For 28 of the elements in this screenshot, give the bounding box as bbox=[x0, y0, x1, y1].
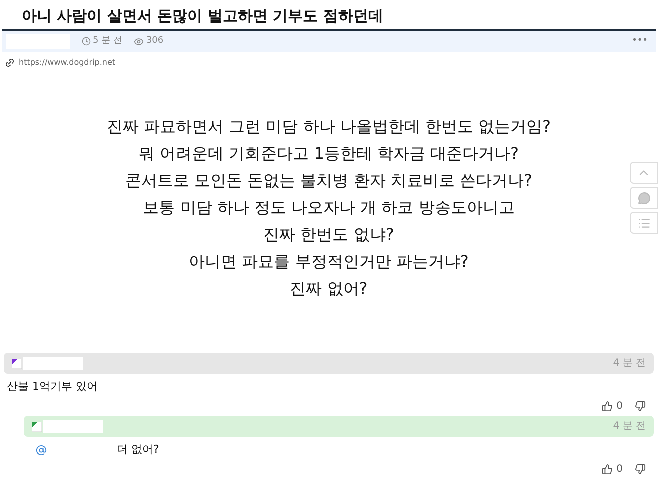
post-time: 5 분 전 bbox=[93, 34, 122, 48]
avatar-icon bbox=[12, 358, 22, 368]
thumbs-down-icon[interactable] bbox=[635, 400, 646, 412]
body-text: 보통 미담 하나 정도 나오자나 개 하코 방송도아니고 bbox=[143, 197, 515, 219]
post-title: 아니 사람이 살면서 돈많이 벌고하면 기부도 점하던데 bbox=[22, 6, 384, 27]
eye-icon bbox=[134, 36, 144, 46]
comment-time: 4 분 전 bbox=[613, 357, 646, 371]
mention-icon bbox=[36, 444, 47, 456]
avatar-icon bbox=[32, 422, 42, 432]
body-text: 아니면 파묘를 부정적인거만 파는거냐? bbox=[189, 251, 469, 273]
comment-text: 산불 1억기부 있어 bbox=[7, 378, 98, 395]
body-text: 진짜 없어? bbox=[290, 278, 368, 300]
comment-time: 4 분 전 bbox=[613, 420, 646, 434]
thumbs-up-icon[interactable] bbox=[602, 464, 613, 474]
clock-icon bbox=[82, 37, 91, 46]
view-count: 306 bbox=[146, 34, 164, 48]
more-button[interactable]: ••• bbox=[632, 34, 648, 48]
thumbs-up-icon[interactable] bbox=[602, 400, 613, 412]
like-count: 0 bbox=[616, 462, 623, 476]
comment-text: 더 없어? bbox=[117, 442, 160, 458]
source-link[interactable]: https://www.dogdrip.net bbox=[19, 57, 116, 69]
body-text: 뭐 어려운데 기회준다고 1등한테 학자금 대준다거나? bbox=[138, 143, 520, 165]
body-text: 콘서트로 모인돈 돈없는 불치병 환자 치료비로 쓴다거나? bbox=[125, 170, 532, 192]
like-count: 0 bbox=[616, 400, 623, 414]
thumbs-down-icon[interactable] bbox=[635, 464, 646, 474]
speech-bubble-icon bbox=[638, 192, 650, 204]
body-text: 진짜 한번도 없냐? bbox=[264, 224, 394, 246]
body-text: 진짜 파묘하면서 그런 미담 하나 나올법한데 한번도 없는거임? bbox=[106, 116, 552, 138]
